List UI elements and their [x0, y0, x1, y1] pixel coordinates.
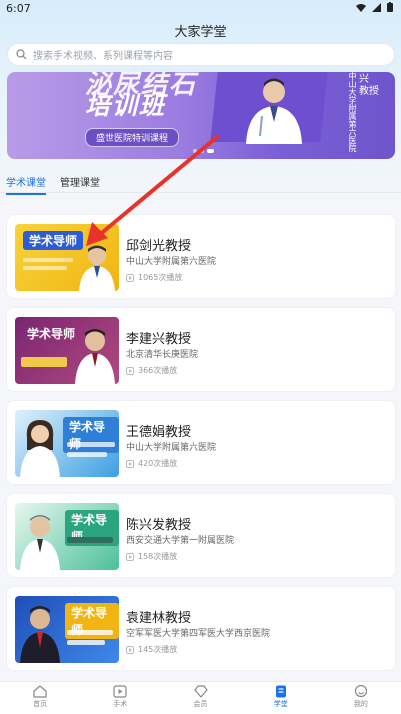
- thumbnail-line: [67, 452, 107, 457]
- course-views: 1065次播放: [126, 272, 182, 283]
- course-views: 366次播放: [126, 365, 177, 376]
- thumbnail-tag: 学术导师: [23, 231, 84, 250]
- status-bar: 6:07: [0, 0, 401, 16]
- course-views: 158次播放: [126, 551, 177, 562]
- banner-side-title: 兴 教授: [359, 74, 379, 97]
- nav-item-member[interactable]: 会员: [160, 682, 240, 714]
- status-time: 6:07: [6, 2, 31, 15]
- pagination-dot: [200, 149, 204, 153]
- course-view-count: 366次播放: [138, 366, 178, 375]
- play-count-icon: [126, 459, 134, 468]
- bottom-nav: 首页 手术 会员 学堂 我的: [0, 681, 401, 714]
- thumbnail-line: [67, 630, 113, 635]
- home-icon: [33, 685, 47, 698]
- nav-label: 手术: [113, 700, 128, 708]
- course-thumbnail: 学术导师: [15, 317, 119, 384]
- play-count-icon: [126, 645, 134, 654]
- course-views: 420次播放: [126, 458, 177, 469]
- status-icons: [356, 2, 393, 12]
- course-teacher-name: 李建兴教授: [126, 332, 192, 347]
- nav-item-home[interactable]: 首页: [0, 682, 80, 714]
- nav-label: 首页: [33, 700, 48, 708]
- course-card[interactable]: 学术导师 袁建林教授 空军军医大学第四军医大学西京医院 145次播放: [6, 586, 396, 671]
- play-count-icon: [126, 273, 134, 282]
- course-teacher-name: 陈兴发教授: [126, 518, 192, 533]
- banner-title: 培训班: [85, 91, 167, 120]
- thumbnail-line: [67, 442, 115, 447]
- thumbnail-label: [21, 357, 67, 367]
- play-count-icon: [126, 366, 134, 375]
- course-thumbnail: 学术导师: [15, 410, 119, 477]
- course-hospital: 中山大学附属第六医院: [126, 257, 217, 267]
- nav-item-profile[interactable]: 我的: [321, 682, 401, 714]
- pagination-dot-active: [207, 149, 214, 153]
- course-card[interactable]: 学术导师 李建兴教授 北京清华长庚医院 366次播放: [6, 307, 396, 392]
- course-view-count: 158次播放: [138, 552, 178, 561]
- tab-divider: [0, 192, 401, 193]
- banner-pagination: [193, 149, 214, 153]
- thumbnail-line: [23, 266, 67, 270]
- diamond-icon: [193, 685, 208, 698]
- wifi-icon: [356, 3, 366, 12]
- course-card[interactable]: 学术导师 王德娟教授 中山大学附属第六医院 420次播放: [6, 400, 396, 485]
- banner-caption: 盛世医院特训课程: [85, 128, 180, 147]
- course-hospital: 西安交通大学第一附属医院: [126, 536, 235, 546]
- course-thumbnail: 学术导师: [15, 224, 119, 291]
- course-card[interactable]: 学术导师 陈兴发教授 西安交通大学第一附属医院 158次播放: [6, 493, 396, 578]
- nav-label: 我的: [353, 700, 368, 708]
- doctor-photo: [79, 245, 115, 291]
- doctor-photo: [20, 515, 60, 570]
- course-hospital: 中山大学附属第六医院: [126, 443, 217, 453]
- course-teacher-name: 袁建林教授: [126, 611, 192, 626]
- nav-label: 会员: [193, 700, 208, 708]
- course-thumbnail: 学术导师: [15, 503, 119, 570]
- course-view-count: 420次播放: [138, 459, 178, 468]
- nav-label: 学堂: [273, 700, 288, 708]
- doctor-photo: [20, 420, 60, 477]
- thumbnail-tag: 学术导师: [63, 417, 119, 453]
- doctor-photo: [20, 606, 60, 663]
- thumbnail-line: [23, 258, 73, 262]
- course-teacher-name: 邱剑光教授: [126, 239, 192, 254]
- pagination-dot: [193, 149, 197, 153]
- doctor-photo: [75, 329, 115, 384]
- thumbnail-label: [67, 537, 113, 543]
- promo-banner[interactable]: 泌尿结石 培训班 盛世医院特训课程 中山大学附属第六医院 兴 教授: [7, 72, 395, 159]
- course-teacher-name: 王德娟教授: [126, 425, 192, 440]
- doctor-photo: [246, 78, 302, 144]
- nav-item-surgery[interactable]: 手术: [80, 682, 160, 714]
- book-icon: [275, 685, 286, 698]
- course-view-count: 145次播放: [138, 645, 178, 654]
- profile-icon: [354, 685, 368, 698]
- play-count-icon: [126, 552, 134, 561]
- video-icon: [113, 685, 127, 698]
- course-views: 145次播放: [126, 644, 177, 655]
- course-hospital: 空军军医大学第四军医大学西京医院: [126, 629, 271, 639]
- signal-icon: [372, 2, 381, 12]
- banner-side-text: 中山大学附属第六医院: [348, 72, 357, 152]
- search-input[interactable]: 搜索手术视频、系列课程等内容: [7, 43, 395, 66]
- course-hospital: 北京清华长庚医院: [126, 350, 199, 360]
- page-title: 大家学堂: [174, 25, 227, 40]
- battery-icon: [387, 2, 393, 12]
- course-card[interactable]: 学术导师 邱剑光教授 中山大学附属第六医院 1065次播放: [6, 214, 396, 299]
- course-view-count: 1065次播放: [138, 273, 183, 282]
- course-thumbnail: 学术导师: [15, 596, 119, 663]
- nav-item-academy[interactable]: 学堂: [241, 682, 321, 714]
- search-icon: [16, 49, 27, 60]
- search-placeholder: 搜索手术视频、系列课程等内容: [33, 51, 173, 62]
- thumbnail-line: [67, 640, 105, 645]
